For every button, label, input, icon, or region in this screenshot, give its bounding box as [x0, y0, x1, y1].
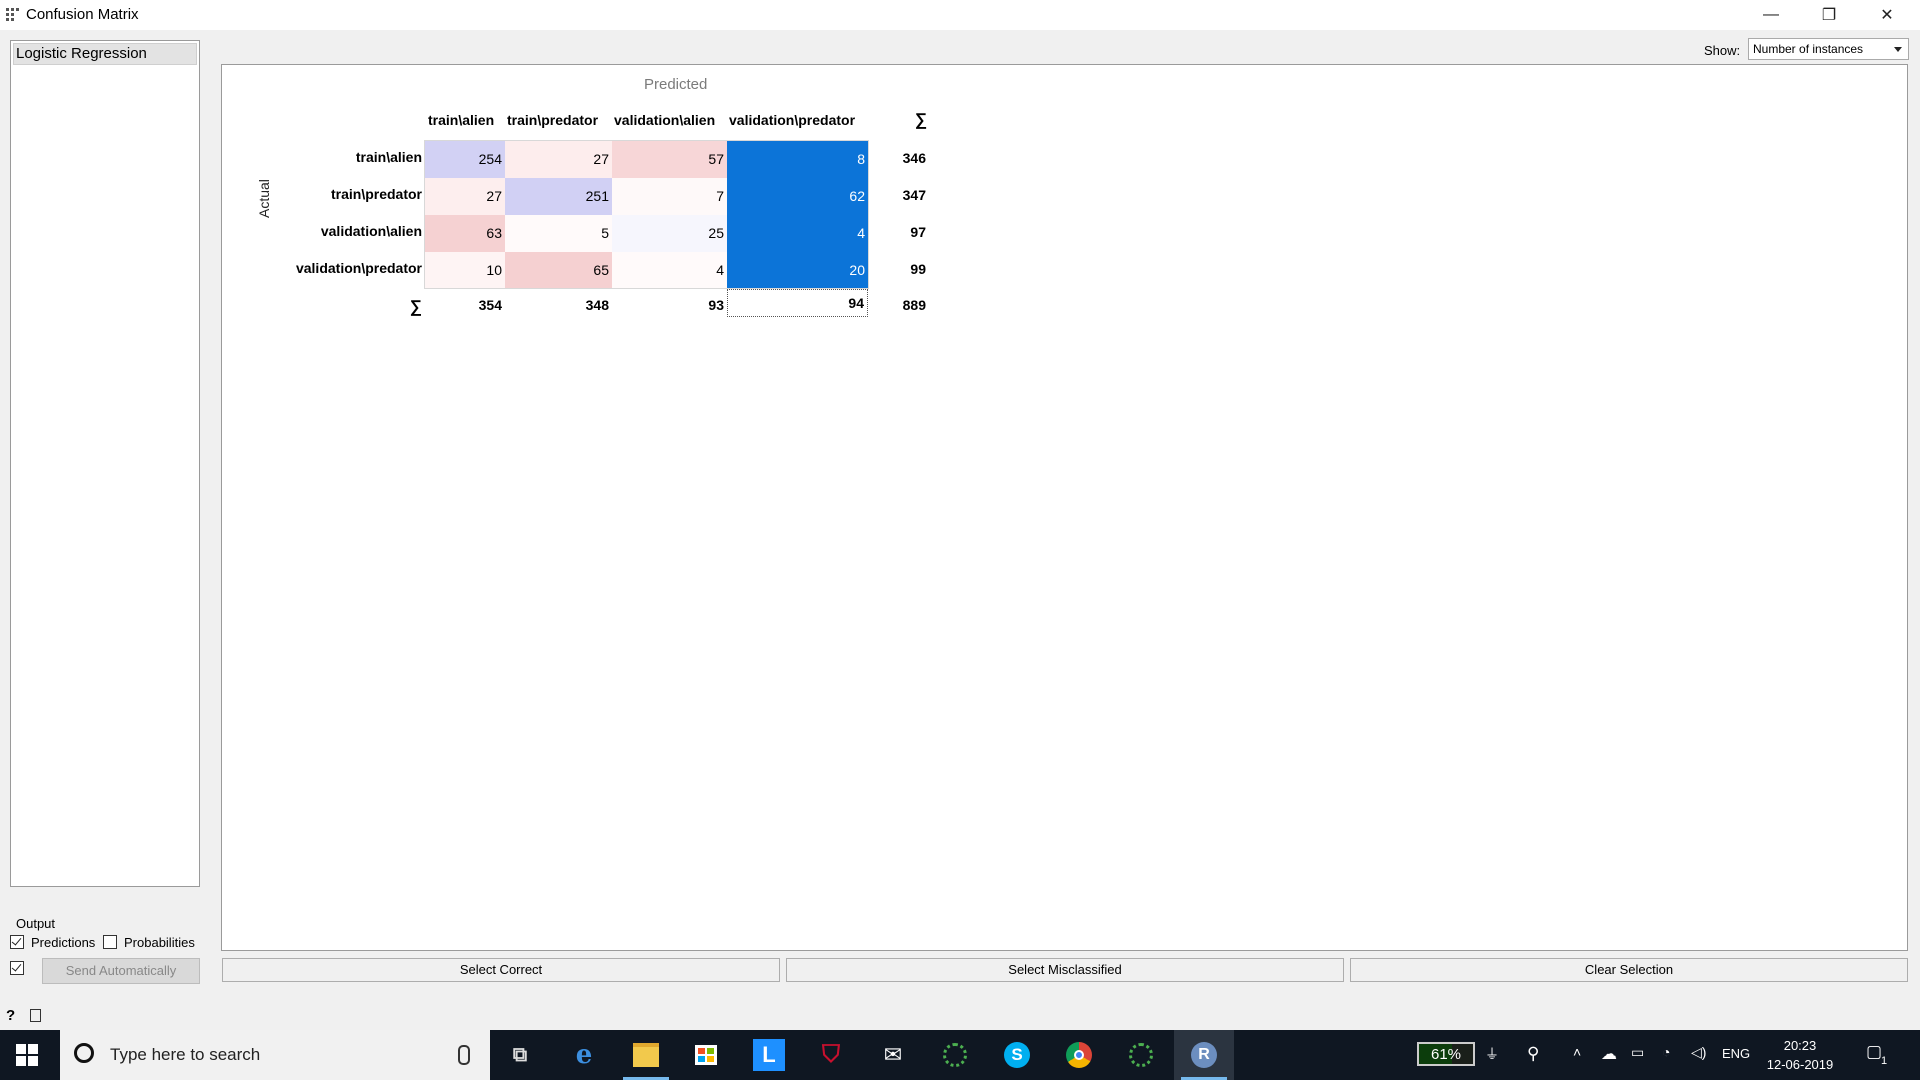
predictions-label: Predictions [31, 935, 96, 950]
matrix-cell[interactable]: 8 [727, 141, 868, 178]
app-spinner-icon[interactable] [939, 1039, 971, 1071]
model-item-logistic-regression[interactable]: Logistic Regression [13, 43, 197, 65]
select-misclassified-button[interactable]: Select Misclassified [786, 958, 1344, 982]
plug-icon: ⏚ [1485, 1046, 1499, 1062]
cloud-icon[interactable]: ☁ [1601, 1044, 1617, 1064]
sum-row-header: ∑ [409, 297, 422, 316]
column-total: 354 [478, 297, 502, 313]
microphone-icon[interactable] [458, 1045, 470, 1065]
matrix-cell[interactable]: 27 [425, 178, 505, 215]
matrix-cell[interactable]: 62 [727, 178, 868, 215]
row-header: validation\alien [320, 223, 422, 239]
row-total: 346 [902, 150, 926, 166]
column-header: validation\predator [729, 112, 856, 128]
model-list[interactable]: Logistic Regression [10, 40, 200, 887]
edge-icon[interactable]: e [568, 1039, 600, 1071]
volume-icon[interactable]: ◁) [1691, 1044, 1706, 1061]
battery-percent: 61% [1430, 1046, 1462, 1063]
matrix-cell[interactable]: 27 [505, 141, 612, 178]
sum-column-header: ∑ [915, 110, 928, 129]
output-title: Output [16, 916, 56, 931]
clear-selection-button[interactable]: Clear Selection [1350, 958, 1908, 982]
matrix-cell[interactable]: 5 [505, 215, 612, 252]
column-total: 93 [708, 297, 724, 313]
matrix-cell[interactable]: 63 [425, 215, 505, 252]
actual-axis-label: Actual [256, 179, 272, 218]
column-header: train\predator [507, 112, 599, 128]
window-title: Confusion Matrix [26, 6, 139, 23]
help-icon[interactable]: ? [6, 1007, 15, 1024]
send-automatically-button[interactable]: Send Automatically [42, 958, 200, 984]
notification-count: 1 [1881, 1055, 1888, 1067]
mcafee-icon[interactable]: ⛉ [815, 1039, 847, 1071]
matrix-cell[interactable]: 251 [505, 178, 612, 215]
battery-icon[interactable]: ▭ [1631, 1044, 1644, 1061]
model-panel: Logistic Regression [10, 40, 200, 887]
clock-time: 20:23 [1783, 1038, 1817, 1053]
app-icon [6, 8, 20, 22]
search-placeholder: Type here to search [110, 1045, 261, 1064]
report-icon[interactable] [30, 1009, 41, 1022]
taskbar: Type here to search ⧉ e L ⛉ ✉ S R 61% ⏚ … [0, 1030, 1920, 1080]
auto-send-checkbox[interactable] [10, 961, 24, 975]
row-header: validation\predator [295, 260, 422, 276]
cortana-icon [74, 1043, 94, 1063]
matrix-cell[interactable]: 10 [425, 252, 505, 289]
wifi-icon[interactable]: ◔ [1662, 1044, 1670, 1060]
column-header: train\alien [428, 112, 495, 128]
matrix-cell[interactable]: 25 [612, 215, 727, 252]
chrome-icon[interactable] [1063, 1039, 1095, 1071]
app-l-icon[interactable]: L [753, 1039, 785, 1071]
people-icon[interactable]: ⚲ [1527, 1044, 1539, 1064]
column-total: 94 [727, 289, 868, 317]
show-label: Show: [1704, 43, 1741, 58]
matrix-cell[interactable]: 57 [612, 141, 727, 178]
matrix-cell[interactable]: 254 [425, 141, 505, 178]
title-bar: Confusion Matrix — ❐ ✕ [0, 0, 1920, 30]
close-button[interactable]: ✕ [1858, 0, 1916, 30]
matrix-cell[interactable]: 4 [727, 215, 868, 252]
taskbar-search[interactable]: Type here to search [60, 1030, 490, 1080]
probabilities-label: Probabilities [124, 935, 195, 950]
store-icon[interactable] [690, 1039, 722, 1071]
show-dropdown[interactable]: Number of instances [1748, 38, 1909, 60]
matrix-cell[interactable]: 65 [505, 252, 612, 289]
minimize-button[interactable]: — [1742, 0, 1800, 30]
clock-date: 12-06-2019 [1766, 1057, 1834, 1072]
select-correct-button[interactable]: Select Correct [222, 958, 780, 982]
file-explorer-icon[interactable] [630, 1039, 662, 1071]
chevron-down-icon [1894, 47, 1902, 52]
matrix-cell[interactable]: 4 [612, 252, 727, 289]
show-dropdown-value: Number of instances [1753, 42, 1864, 56]
predictions-checkbox[interactable] [10, 935, 24, 949]
column-total: 348 [585, 297, 609, 313]
matrix-cell[interactable]: 7 [612, 178, 727, 215]
probabilities-checkbox[interactable] [103, 935, 117, 949]
matrix-cell[interactable]: 20 [727, 252, 868, 289]
r-icon[interactable]: R [1188, 1039, 1220, 1071]
language-indicator[interactable]: ENG [1722, 1046, 1750, 1061]
column-header: validation\alien [614, 112, 716, 128]
row-total: 99 [910, 261, 926, 277]
skype-icon[interactable]: S [1001, 1039, 1033, 1071]
grand-total: 889 [902, 297, 926, 313]
predicted-axis-label: Predicted [644, 76, 708, 93]
app-spinner-icon-2[interactable] [1125, 1039, 1157, 1071]
clock[interactable]: 20:23 12-06-2019 [1760, 1036, 1840, 1074]
chevron-up-icon[interactable]: ˄ [1573, 1044, 1581, 1060]
row-header: train\alien [355, 149, 422, 165]
restore-button[interactable]: ❐ [1800, 0, 1858, 30]
task-view-icon[interactable]: ⧉ [504, 1039, 536, 1071]
row-header: train\predator [330, 186, 422, 202]
row-total: 97 [910, 224, 926, 240]
row-total: 347 [902, 187, 926, 203]
notification-icon[interactable]: ▢ [1866, 1042, 1882, 1062]
mail-icon[interactable]: ✉ [877, 1039, 909, 1071]
battery-indicator[interactable]: 61% [1417, 1042, 1475, 1066]
windows-start-icon[interactable] [16, 1044, 38, 1066]
